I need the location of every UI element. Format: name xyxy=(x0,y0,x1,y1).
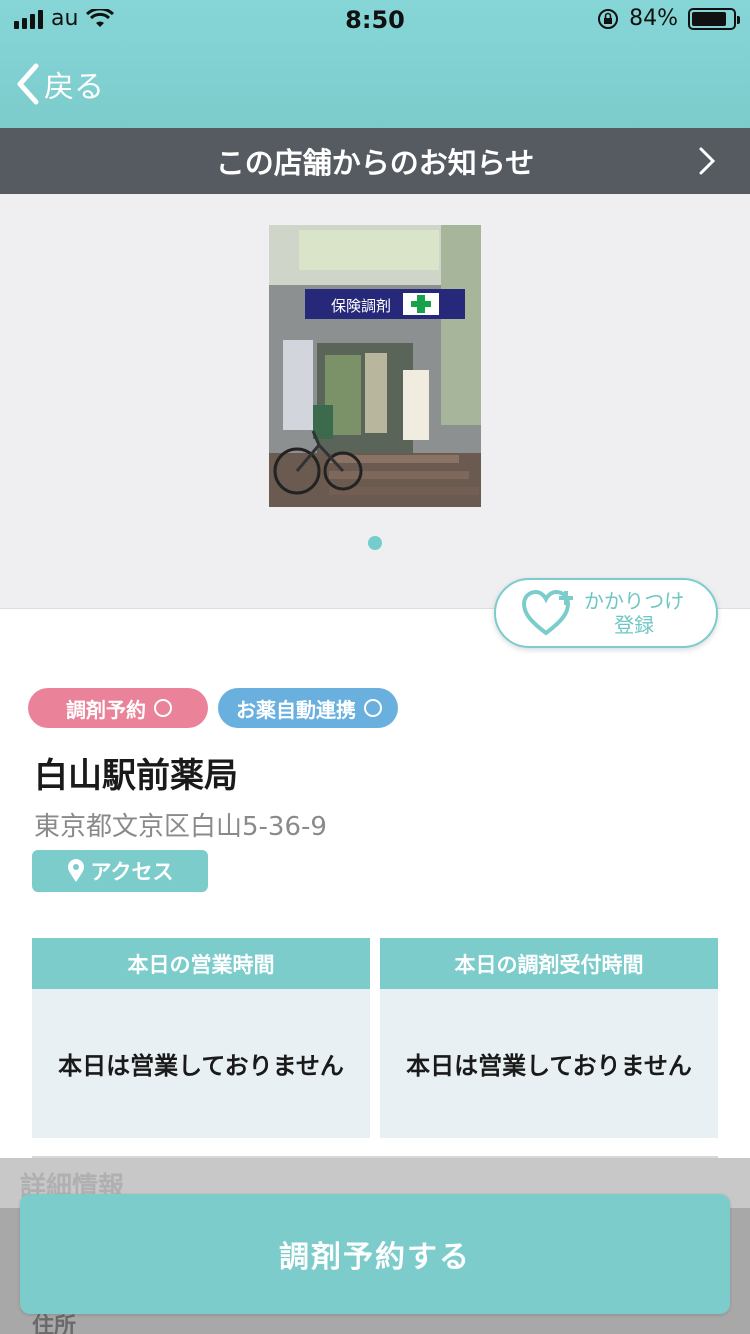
battery-icon xyxy=(688,7,740,30)
store-notice-link[interactable]: この店舗からのお知らせ xyxy=(0,128,750,194)
tag-medicine-auto-link: お薬自動連携 xyxy=(218,688,398,728)
app-header: au 8:50 84% 戻る xyxy=(0,0,750,128)
dispensing-hours-card: 本日の調剤受付時間 本日は営業しておりません xyxy=(380,938,718,1138)
tag-label: お薬自動連携 xyxy=(236,697,356,722)
reserve-dispensing-button[interactable]: 調剤予約する xyxy=(20,1194,730,1314)
circle-icon xyxy=(364,699,382,717)
heart-plus-icon xyxy=(522,589,573,636)
tag-label: 調剤予約 xyxy=(66,697,146,722)
business-hours-card: 本日の営業時間 本日は営業しておりません xyxy=(32,938,370,1138)
back-label: 戻る xyxy=(44,70,104,105)
business-hours-title: 本日の営業時間 xyxy=(32,938,370,989)
tag-dispensing-reservation: 調剤予約 xyxy=(28,688,208,728)
back-button[interactable]: 戻る xyxy=(16,62,104,106)
status-right: 84% xyxy=(597,6,740,31)
business-hours-value: 本日は営業しておりません xyxy=(58,1052,344,1080)
kakaritsuke-label-line1: かかりつけ xyxy=(584,589,685,613)
kakaritsuke-register-button[interactable]: かかりつけ 登録 xyxy=(494,578,718,648)
store-photo: 保険調剤 xyxy=(269,225,481,507)
photo-sign-text: 保険調剤 xyxy=(331,297,391,315)
orientation-lock-icon xyxy=(598,8,619,29)
store-name: 白山駅前薬局 xyxy=(34,756,238,796)
battery-percent: 84% xyxy=(629,6,678,31)
store-address: 東京都文京区白山5-36-9 xyxy=(34,812,327,842)
store-photo-gallery[interactable]: 保険調剤 xyxy=(0,194,750,609)
access-button[interactable]: アクセス xyxy=(32,850,208,892)
page-indicator-dot[interactable] xyxy=(368,536,382,550)
chevron-right-icon xyxy=(699,147,716,175)
status-bar: au 8:50 84% xyxy=(0,0,750,40)
notice-label: この店舗からのお知らせ xyxy=(215,146,535,180)
access-label: アクセス xyxy=(90,860,174,884)
dispensing-hours-value: 本日は営業しておりません xyxy=(406,1052,692,1080)
circle-icon xyxy=(154,699,172,717)
dispensing-hours-title: 本日の調剤受付時間 xyxy=(380,938,718,989)
kakaritsuke-label: かかりつけ 登録 xyxy=(584,589,684,637)
kakaritsuke-label-line2: 登録 xyxy=(614,613,655,637)
service-tags: 調剤予約 お薬自動連携 xyxy=(28,688,398,728)
chevron-left-icon xyxy=(17,63,39,105)
map-pin-icon xyxy=(67,859,84,882)
